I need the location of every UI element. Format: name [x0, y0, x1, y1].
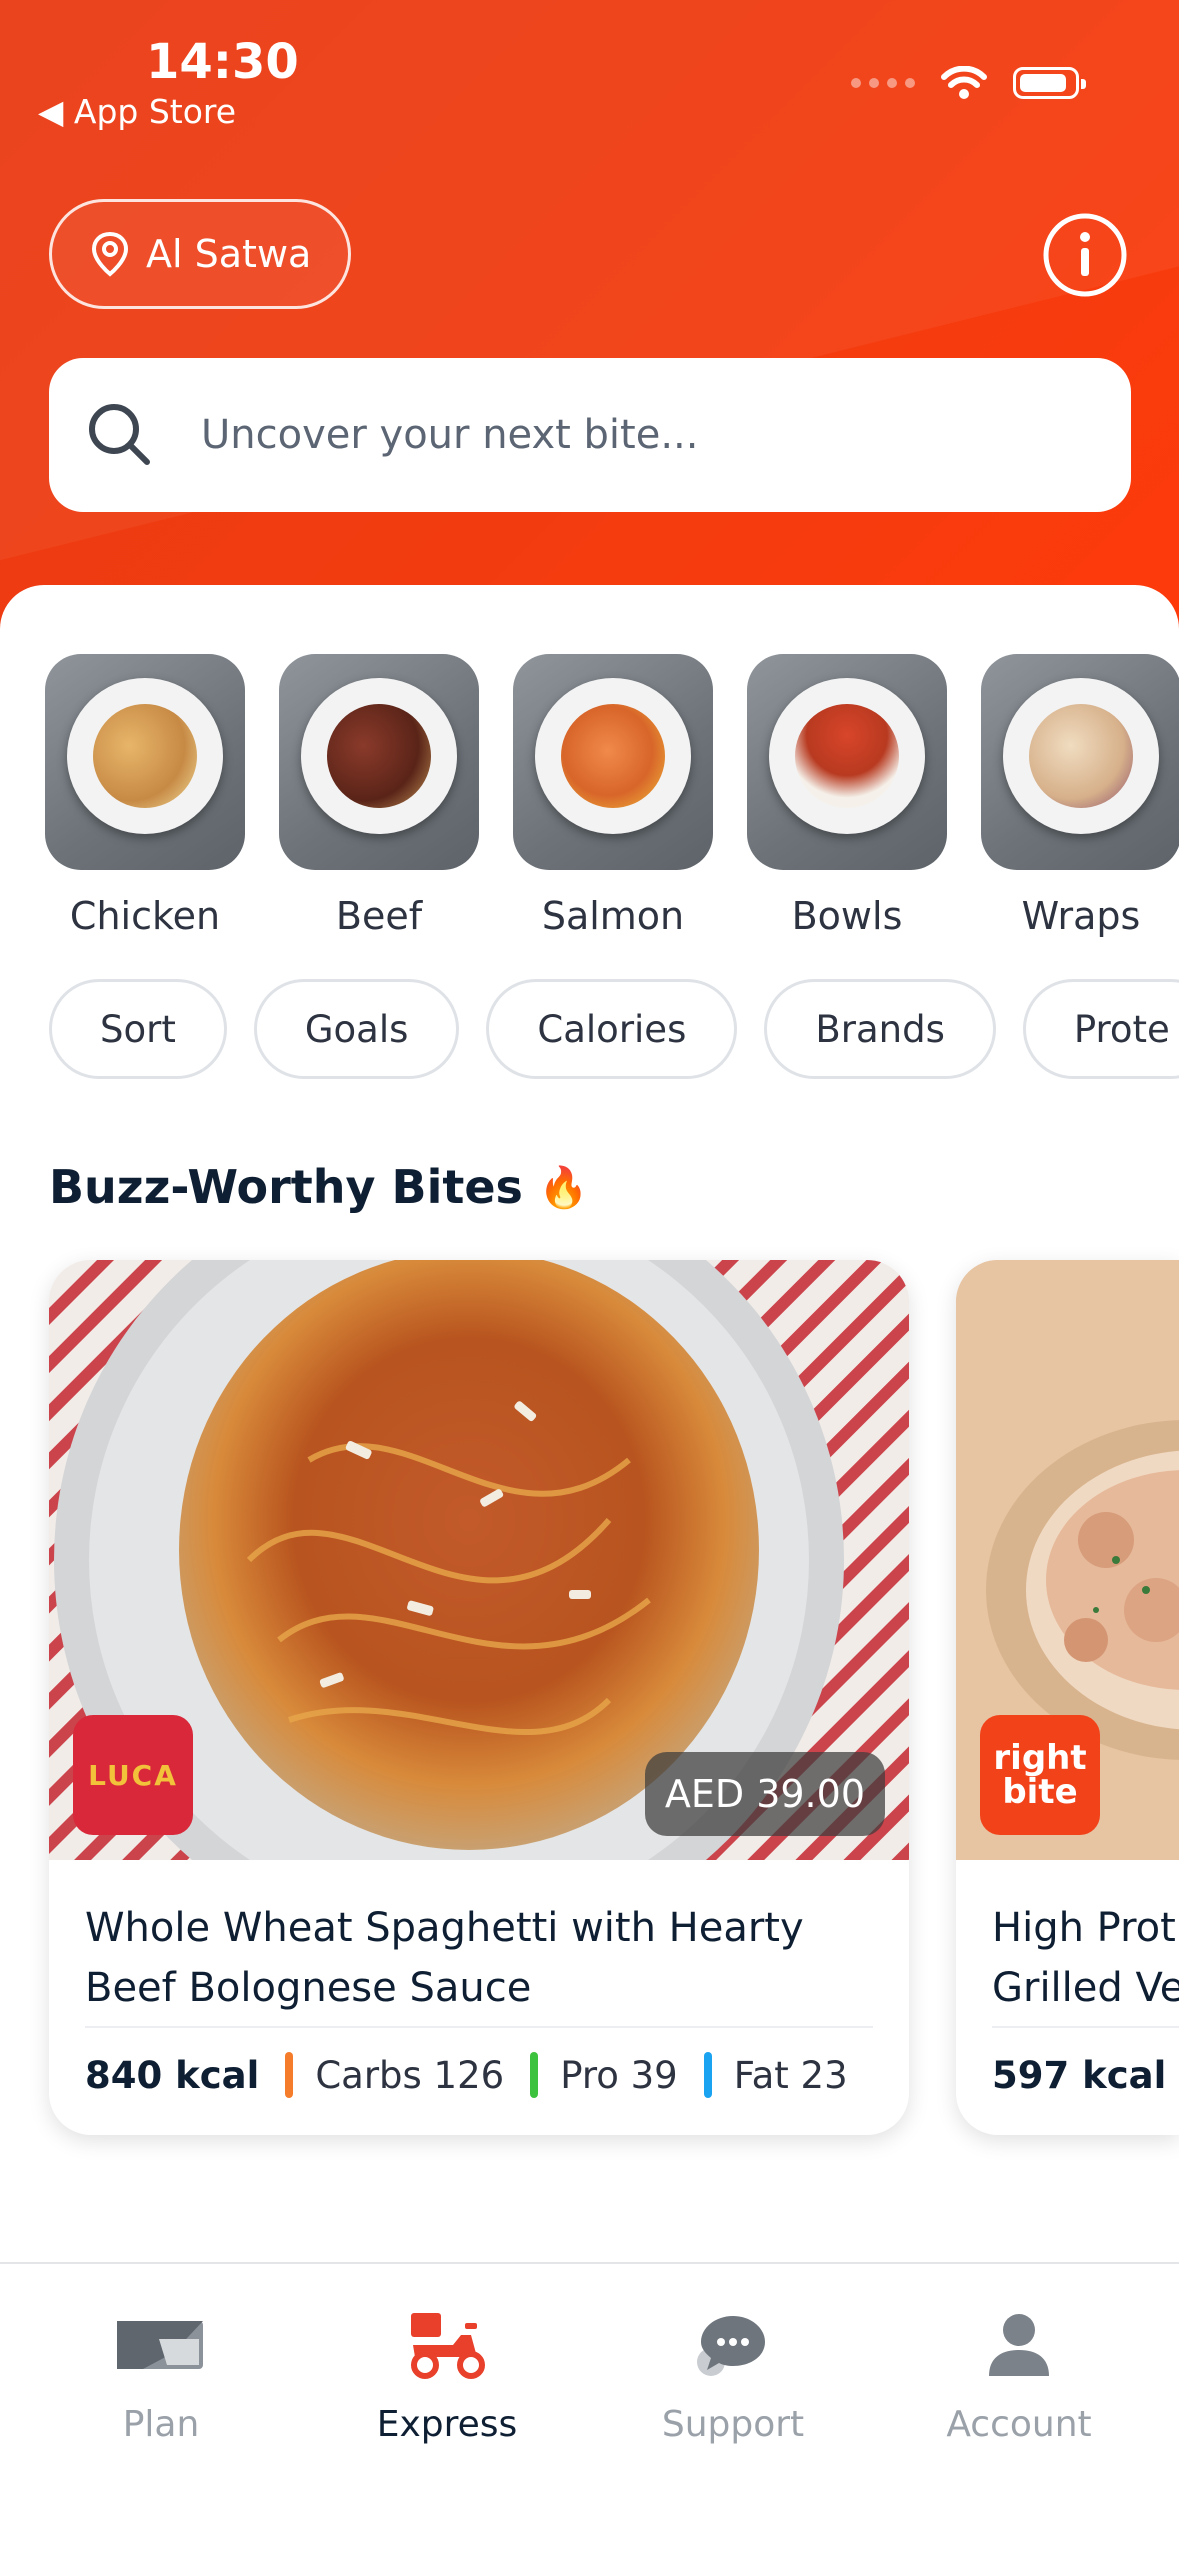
person-icon [989, 2314, 1049, 2376]
carbs-value: Carbs 126 [315, 2053, 505, 2097]
status-icons [851, 66, 1086, 100]
signal-icon [851, 78, 915, 88]
category-salmon[interactable]: Salmon [513, 654, 713, 938]
bottom-tab-bar: Plan Express Support Account [0, 2262, 1179, 2558]
tab-label: Express [376, 2404, 518, 2445]
category-bowls[interactable]: Bowls [747, 654, 947, 938]
search-icon [89, 404, 150, 465]
price-badge: AED 39.00 [644, 1752, 885, 1836]
section-title-text: Buzz-Worthy Bites [49, 1160, 523, 1214]
meal-title-line: High Prot [992, 1905, 1176, 1951]
fire-icon: 🔥 [538, 1164, 589, 1211]
meal-photo: right bite [956, 1260, 1179, 1860]
meal-macros: 597 kcal [992, 2052, 1179, 2098]
plan-icon [117, 2321, 203, 2369]
filter-sort[interactable]: Sort [49, 979, 227, 1079]
battery-icon [1013, 67, 1086, 99]
info-icon[interactable] [1042, 212, 1128, 298]
meal-card[interactable]: LUCA AED 39.00 Whole Wheat Spaghetti wit… [49, 1260, 909, 2135]
status-time: 14:30 [146, 34, 299, 90]
location-pin-icon [91, 231, 129, 277]
category-label: Bowls [791, 894, 903, 938]
filter-chips: Sort Goals Calories Brands Prote [49, 979, 1179, 1079]
search-bar[interactable] [49, 358, 1131, 512]
category-label: Chicken [69, 894, 221, 938]
brand-logo-luca: LUCA [73, 1715, 193, 1835]
filter-calories[interactable]: Calories [486, 979, 738, 1079]
tab-label: Plan [122, 2404, 200, 2445]
calories-value: 840 kcal [85, 2053, 260, 2097]
calories-value: 597 kcal [992, 2053, 1167, 2097]
search-input[interactable] [199, 411, 1003, 459]
back-to-app-store[interactable]: ◀ App Store [38, 92, 236, 131]
tab-express[interactable]: Express [302, 2264, 592, 2445]
category-label: Wraps [1021, 894, 1141, 938]
location-label: Al Satwa [146, 232, 312, 276]
brand-name-line2: bite [1002, 1772, 1078, 1812]
meal-card[interactable]: right bite High Prot Grilled Ve 597 kcal [956, 1260, 1179, 2135]
carbs-indicator [285, 2052, 294, 2098]
category-wraps[interactable]: Wraps [981, 654, 1179, 938]
fat-indicator [703, 2052, 712, 2098]
chat-bubbles-icon [697, 2316, 765, 2376]
category-beef[interactable]: Beef [279, 654, 479, 938]
divider [85, 2026, 873, 2028]
wifi-icon [941, 66, 987, 99]
category-thumbnail [747, 654, 947, 870]
tab-label: Support [661, 2404, 805, 2445]
tab-label: Account [946, 2404, 1092, 2445]
meal-macros: 840 kcal Carbs 126 Pro 39 Fat 23 [85, 2052, 848, 2098]
category-thumbnail [279, 654, 479, 870]
tab-plan[interactable]: Plan [16, 2264, 306, 2445]
location-selector[interactable]: Al Satwa [49, 199, 351, 309]
meal-title: Whole Wheat Spaghetti with Hearty Beef B… [85, 1905, 804, 2011]
category-label: Beef [335, 894, 423, 938]
filter-protein[interactable]: Prote [1022, 979, 1179, 1079]
divider [992, 2026, 1179, 2028]
meal-photo: LUCA AED 39.00 [49, 1260, 909, 1860]
meal-title-line: Grilled Ve [992, 1965, 1179, 2011]
scooter-icon [411, 2313, 485, 2379]
filter-brands[interactable]: Brands [764, 979, 996, 1079]
section-title: Buzz-Worthy Bites 🔥 [49, 1160, 589, 1214]
fat-value: Fat 23 [733, 2053, 848, 2097]
protein-value: Pro 39 [560, 2053, 678, 2097]
brand-logo-right-bite: right bite [980, 1715, 1100, 1835]
brand-name: LUCA [88, 1758, 178, 1792]
filter-goals[interactable]: Goals [253, 979, 460, 1079]
meal-title: High Prot Grilled Ve [992, 1898, 1179, 2018]
category-thumbnail [45, 654, 245, 870]
tab-support[interactable]: Support [588, 2264, 878, 2445]
category-thumbnail [513, 654, 713, 870]
tab-account[interactable]: Account [874, 2264, 1164, 2445]
category-thumbnail [981, 654, 1179, 870]
category-chicken[interactable]: Chicken [45, 654, 245, 938]
category-label: Salmon [541, 894, 685, 938]
protein-indicator [530, 2052, 539, 2098]
brand-name-line1: right [993, 1738, 1087, 1778]
